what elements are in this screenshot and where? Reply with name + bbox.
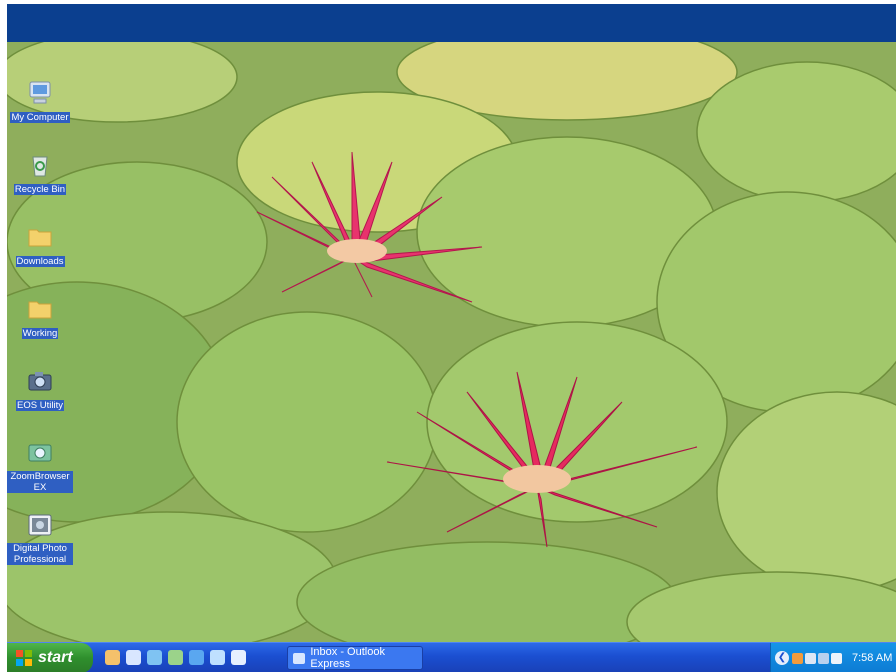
desktop-icon-label: My Computer [10,112,70,123]
desktop-icon-label: Digital Photo Professional [7,543,73,565]
tray-volume-icon[interactable] [831,652,842,664]
camera-icon [28,372,52,391]
desktop-icon-recycle-bin[interactable]: Recycle Bin [7,151,73,197]
network-icon[interactable] [168,650,183,665]
desktop-icon-label: Working [21,328,59,339]
recycle-bin-icon [32,156,48,177]
running-man-icon[interactable] [105,650,120,665]
tray-device-icon[interactable] [805,652,816,664]
desktop-icon-working[interactable]: Working [7,295,73,341]
mail-icon[interactable] [126,650,141,665]
desktop-icon-zoombrowser-ex[interactable]: ZoomBrowser EX [7,439,73,495]
desktop-icon-label: Recycle Bin [13,184,67,195]
desktop-icon-label: EOS Utility [16,400,64,411]
search-icon[interactable] [210,650,225,665]
folder-icon [28,229,52,247]
start-label: start [38,649,73,666]
clock[interactable]: 7:58 AM [852,652,892,664]
envelope-icon [293,652,306,664]
desktop-icon-eos-utility[interactable]: EOS Utility [7,367,73,413]
system-tray: ❮ 7:58 AM [770,643,896,672]
tray-network-icon[interactable] [818,652,829,664]
zoombrowser-icon [28,444,52,462]
task-label: Inbox - Outlook Express [310,646,385,670]
taskbar: start Inbox - Outlook Express ❮ 7:58 AM [7,642,896,672]
computer-icon [29,81,51,104]
folder-icon [28,301,52,319]
tray-expand-icon[interactable]: ❮ [775,651,789,665]
desktop-icon-digital-photo-professional[interactable]: Digital Photo Professional [7,511,73,567]
screen: My Computer Recycle Bin Downloads Workin… [7,4,896,672]
taskbar-button-outlook-express[interactable]: Inbox - Outlook Express [287,646,423,670]
desktop-icon-label: ZoomBrowser EX [7,471,73,493]
quick-launch [105,650,246,665]
windows-flag-icon [16,650,32,666]
desktop-icon-label: Downloads [15,256,65,267]
camera-photo-icon [28,514,52,536]
globe-icon[interactable] [147,650,162,665]
desktop-icon-downloads[interactable]: Downloads [7,223,73,269]
desktop-icon-my-computer[interactable]: My Computer [7,79,73,125]
browser-icon[interactable] [189,650,204,665]
title-bar [7,4,896,42]
messenger-icon[interactable] [231,650,246,665]
start-button[interactable]: start [7,643,93,672]
tray-app-icon[interactable] [792,652,803,664]
desktop[interactable]: My Computer Recycle Bin Downloads Workin… [7,42,896,642]
wallpaper-water-lilies [7,42,896,642]
